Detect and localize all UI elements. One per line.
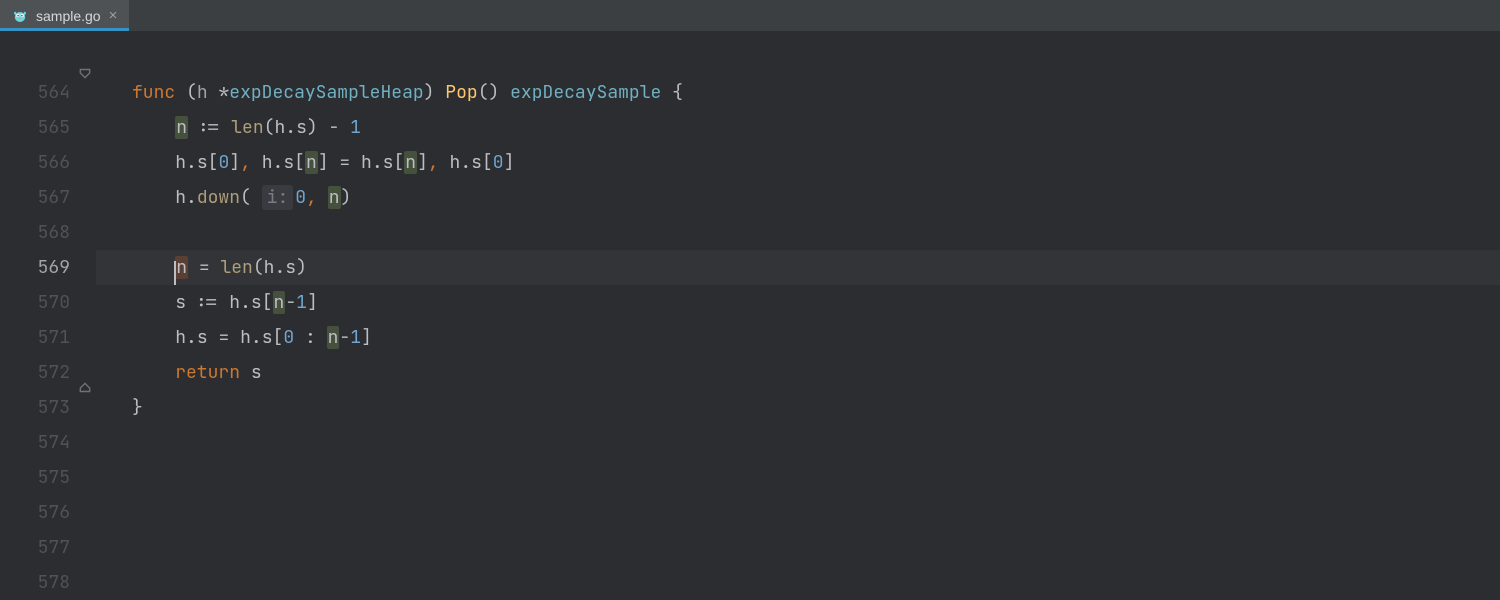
code-line (96, 460, 1500, 495)
code-area[interactable]: func (h *expDecaySampleHeap) Pop() expDe… (96, 31, 1500, 600)
tab-bar: sample.go × (0, 0, 1500, 31)
go-file-icon (12, 8, 28, 24)
code-editor[interactable]: 564 565 566 567 568 569 570 571 572 573 … (0, 31, 1500, 600)
tab-filename: sample.go (36, 8, 101, 24)
code-line (96, 425, 1500, 460)
code-line: return s (96, 355, 1500, 390)
file-tab-sample-go[interactable]: sample.go × (0, 0, 129, 31)
fold-open-icon[interactable] (78, 66, 92, 80)
code-line: n := len(h.s) − 1 (96, 110, 1500, 145)
code-line: s := h.s[n−1] (96, 285, 1500, 320)
code-line (96, 565, 1500, 600)
code-line (96, 495, 1500, 530)
code-line: h.down( i:0, n) (96, 180, 1500, 215)
code-line-current: n = len(h.s) (96, 250, 1500, 285)
inlay-hint: i: (262, 185, 294, 210)
code-line: h.s[0], h.s[n] = h.s[n], h.s[0] (96, 145, 1500, 180)
code-line (96, 215, 1500, 250)
code-line (96, 51, 1500, 75)
code-line: } (96, 390, 1500, 425)
text-caret (174, 261, 176, 285)
gutter: 564 565 566 567 568 569 570 571 572 573 … (0, 31, 96, 600)
fold-column (76, 31, 96, 600)
editor-root: sample.go × 564 565 566 567 568 569 570 … (0, 0, 1500, 600)
close-tab-icon[interactable]: × (109, 8, 118, 23)
fold-close-icon[interactable] (78, 381, 92, 395)
code-line (96, 530, 1500, 565)
code-line: h.s = h.s[0 : n−1] (96, 320, 1500, 355)
code-line: func (h *expDecaySampleHeap) Pop() expDe… (96, 75, 1500, 110)
